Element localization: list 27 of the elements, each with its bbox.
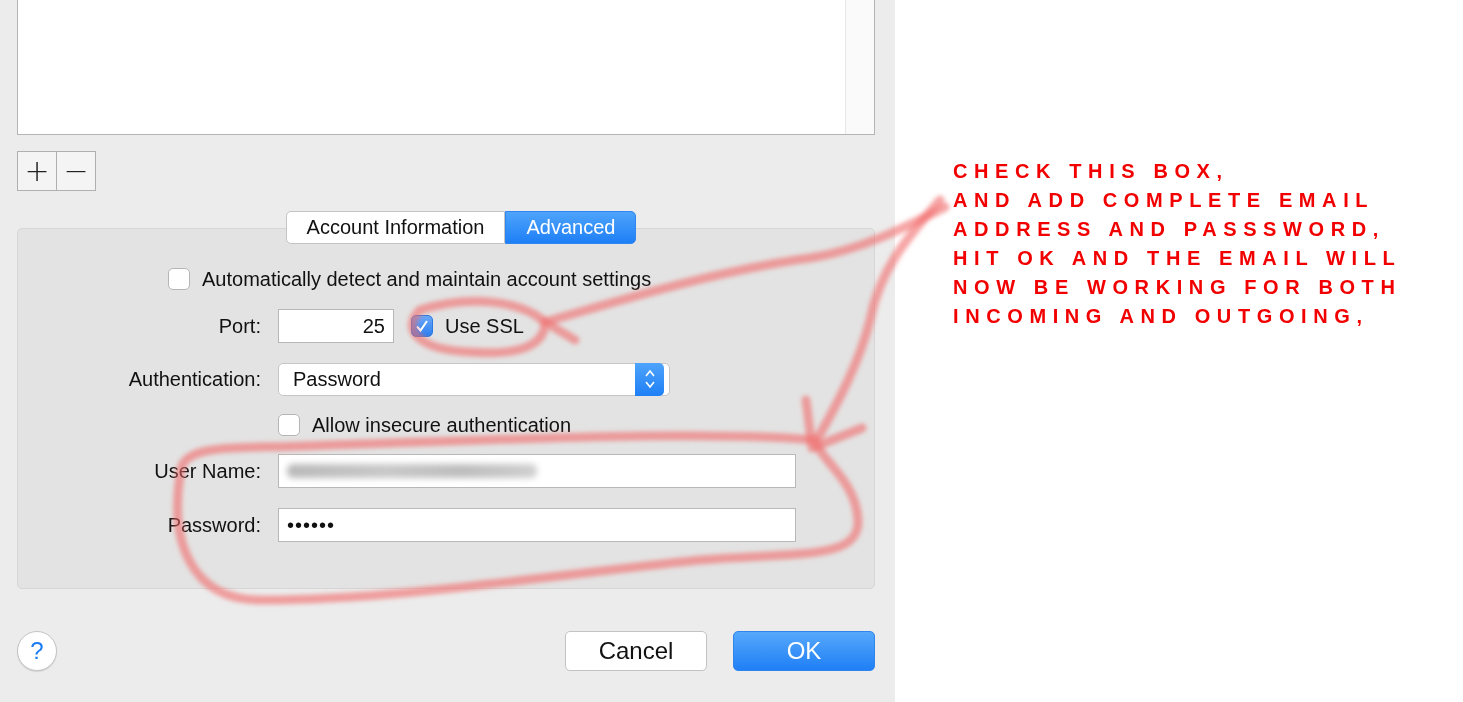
annotation-text: NOW BE WORKING FOR BOTH bbox=[953, 275, 1402, 300]
field-label: User Name: bbox=[153, 459, 261, 483]
tab[interactable]: Account Information bbox=[285, 211, 506, 244]
authentication-popup[interactable]: Password bbox=[278, 362, 670, 396]
help-button[interactable]: ? bbox=[17, 631, 57, 671]
field-label: Authentication: bbox=[127, 367, 261, 391]
checkbox[interactable] bbox=[168, 268, 190, 290]
annotation-text: CHECK THIS BOX, bbox=[953, 159, 1230, 184]
field-label: Port: bbox=[217, 314, 261, 338]
checkmark-icon bbox=[415, 319, 429, 333]
stepper-icon bbox=[635, 362, 664, 396]
add-button[interactable]: + bbox=[17, 151, 57, 191]
remove-button[interactable]: − bbox=[56, 151, 96, 191]
checkbox[interactable] bbox=[411, 315, 433, 337]
field-label: Password: bbox=[166, 513, 261, 537]
port-field[interactable]: 25 bbox=[278, 309, 394, 343]
annotation-text: HIT OK AND THE EMAIL WILL bbox=[953, 246, 1402, 271]
checkbox-label: Allow insecure authentication bbox=[312, 413, 572, 437]
checkbox-label: Use SSL bbox=[445, 314, 524, 338]
cancel-button[interactable]: Cancel bbox=[565, 631, 707, 671]
user-name-field[interactable] bbox=[278, 454, 796, 488]
annotation-text: AND ADD COMPLETE EMAIL bbox=[953, 188, 1376, 213]
annotation-text: INCOMING AND OUTGOING, bbox=[953, 304, 1370, 329]
annotation-text: ADDRESS AND PASSSWORD, bbox=[953, 217, 1386, 242]
checkbox[interactable] bbox=[278, 414, 300, 436]
password-field[interactable]: •••••• bbox=[278, 508, 796, 542]
checkbox-label: Automatically detect and maintain account settings bbox=[202, 267, 652, 291]
